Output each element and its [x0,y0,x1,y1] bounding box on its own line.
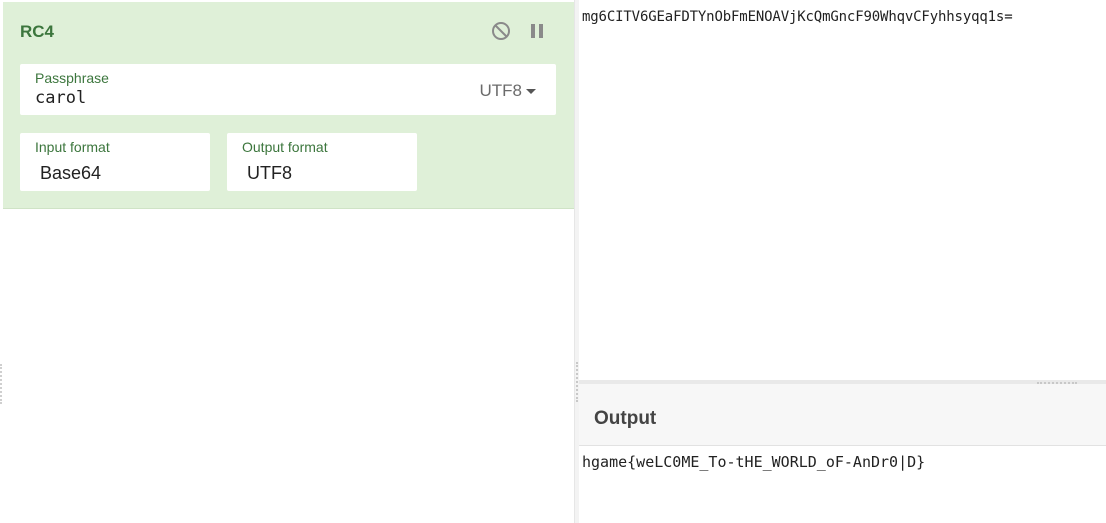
pause-icon[interactable] [526,20,548,42]
output-format-select[interactable]: UTF8 [247,163,292,184]
rc4-operation-card: RC4 Passphrase carol UTF8 Input format B… [3,2,574,209]
output-textarea[interactable]: hgame{weLC0ME_To-tHE_WORLD_oF-AnDr0|D} [582,453,925,471]
passphrase-encoding-value: UTF8 [479,81,523,100]
output-title: Output [594,408,657,429]
passphrase-field[interactable]: Passphrase carol UTF8 [20,64,556,115]
output-header: Output [579,384,1106,446]
output-format-label: Output format [242,139,328,155]
io-pane: mg6CITV6GEaFDTYnObFmENOAVjKcQmGncF90Whqv… [579,0,1106,523]
input-textarea[interactable]: mg6CITV6GEaFDTYnObFmENOAVjKcQmGncF90Whqv… [582,9,1013,25]
app-window: RC4 Passphrase carol UTF8 Input format B… [0,0,1106,523]
left-resize-handle[interactable] [0,364,3,404]
operation-title: RC4 [20,22,55,41]
input-format-label: Input format [35,139,110,155]
vertical-resize-handle[interactable] [576,362,578,402]
operation-controls [490,20,548,42]
recipe-pane: RC4 Passphrase carol UTF8 Input format B… [0,0,575,523]
input-format-field[interactable]: Input format Base64 [20,133,210,191]
input-format-select[interactable]: Base64 [40,163,101,184]
caret-down-icon [526,89,536,94]
passphrase-encoding-dropdown[interactable]: UTF8 [479,81,536,101]
passphrase-input[interactable]: carol [35,88,86,108]
passphrase-label: Passphrase [35,70,109,86]
output-format-field[interactable]: Output format UTF8 [227,133,417,191]
disable-icon[interactable] [490,20,512,42]
